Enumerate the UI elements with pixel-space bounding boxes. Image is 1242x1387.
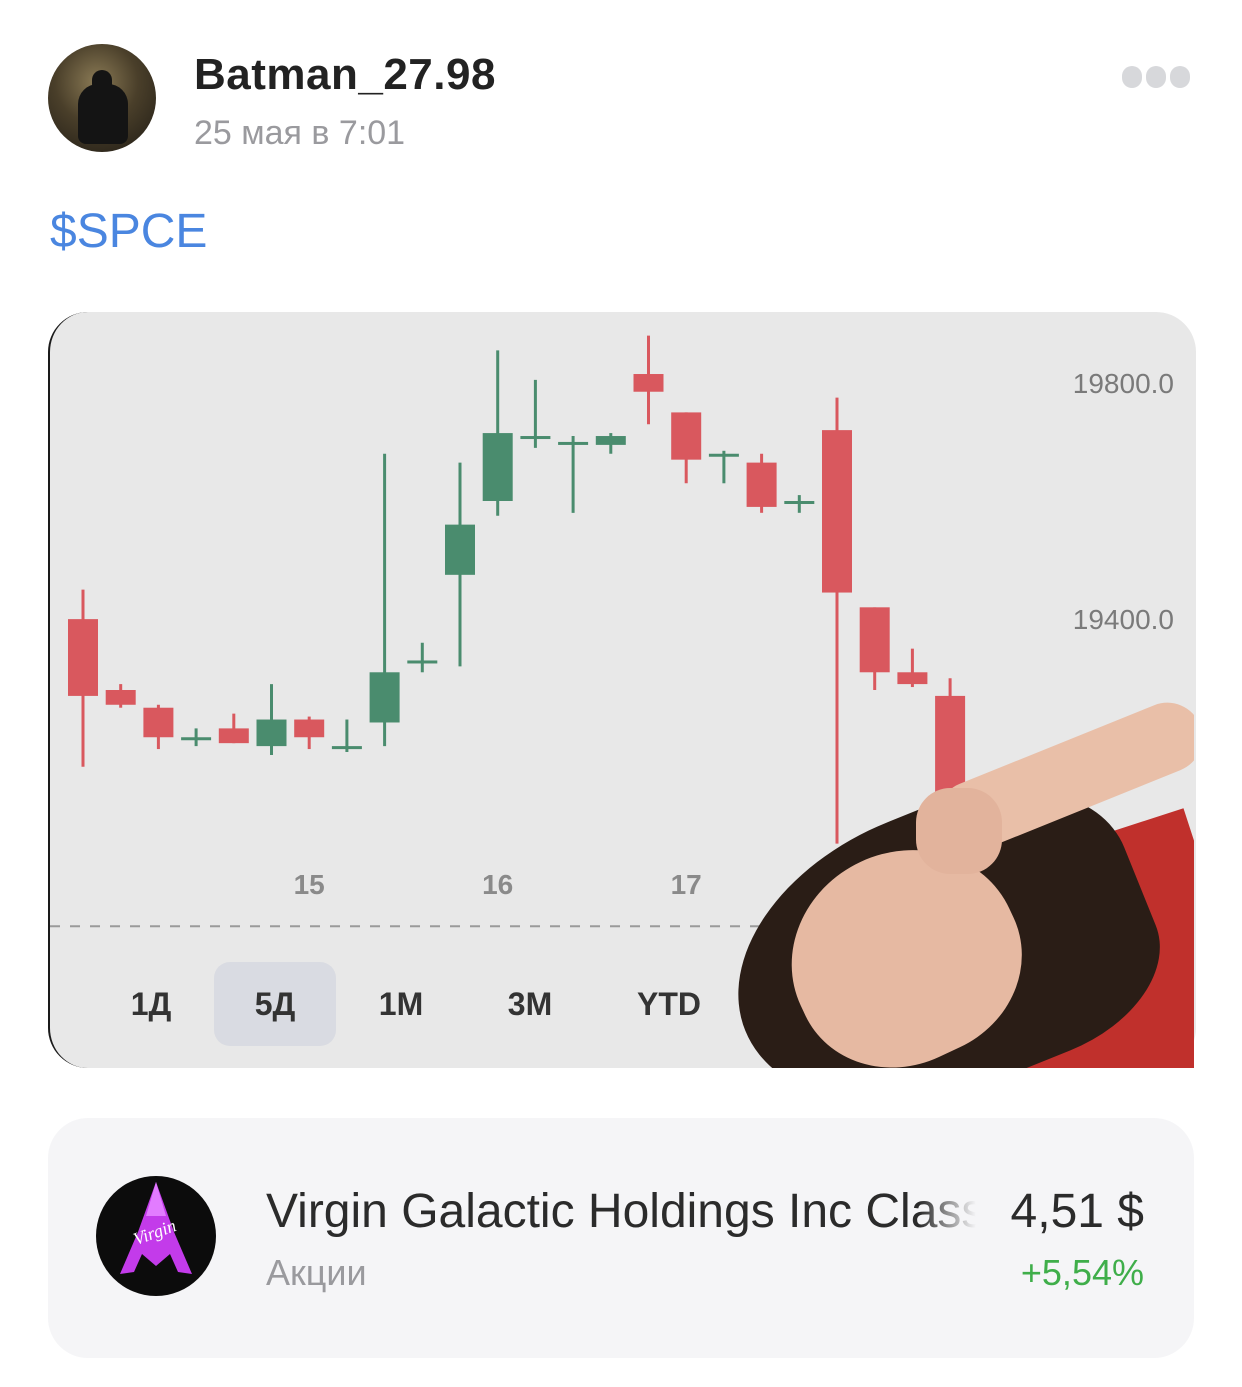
author-avatar[interactable] xyxy=(48,44,156,152)
x-tick-label: 17 xyxy=(671,869,702,900)
candle xyxy=(294,716,325,750)
period-button-1[interactable]: 5Д xyxy=(214,962,336,1046)
ticker-link[interactable]: $SPCE xyxy=(50,204,207,259)
candle xyxy=(859,607,890,690)
candle xyxy=(784,495,815,513)
period-button-4[interactable]: YTD xyxy=(608,962,730,1046)
candle xyxy=(520,379,551,448)
candle-body xyxy=(897,672,928,685)
candle-body xyxy=(520,436,551,440)
candle xyxy=(407,642,438,673)
candle xyxy=(445,462,475,667)
period-button-3[interactable]: 3М xyxy=(466,962,594,1046)
more-dots-icon[interactable] xyxy=(1122,66,1190,88)
candle-body xyxy=(407,660,438,664)
period-button-2[interactable]: 1М xyxy=(340,962,462,1046)
candle-body xyxy=(331,746,362,750)
stock-name: Virgin Galactic Holdings Inc Class A xyxy=(266,1185,976,1238)
x-tick-label: 15 xyxy=(294,869,325,900)
stock-change: +5,54% xyxy=(1020,1252,1144,1293)
y-tick-label: 19400.0 xyxy=(1073,604,1174,635)
candle-body xyxy=(708,453,739,457)
batman-avatar-icon xyxy=(78,70,128,144)
candle-body xyxy=(218,728,249,744)
candle-body xyxy=(68,619,98,696)
candle xyxy=(105,684,136,708)
woman-photo-sticker xyxy=(720,702,1194,1068)
fist-shape xyxy=(916,788,1002,874)
candle xyxy=(181,728,212,747)
stock-card[interactable]: Virgin Virgin Galactic Holdings Inc Clas… xyxy=(48,1118,1194,1358)
candle xyxy=(68,589,98,767)
x-tick-label: 16 xyxy=(482,869,513,900)
candle-body xyxy=(558,441,589,445)
candle-body xyxy=(822,430,852,593)
author-name[interactable]: Batman_27.98 xyxy=(194,50,496,100)
candle xyxy=(558,436,589,513)
candle-body xyxy=(746,462,777,507)
candle xyxy=(218,713,249,744)
candle xyxy=(256,684,287,755)
candle xyxy=(369,453,400,747)
candle-body xyxy=(595,436,626,445)
candle xyxy=(897,648,928,688)
candle-body xyxy=(859,607,890,673)
candle-body xyxy=(633,374,664,392)
candle-body xyxy=(143,707,174,738)
candle-body xyxy=(294,719,325,738)
candle-body xyxy=(105,690,136,705)
candle xyxy=(708,450,739,484)
candle xyxy=(671,412,702,484)
candle-body xyxy=(482,433,513,501)
candle-body xyxy=(181,737,212,741)
candle-body xyxy=(671,412,702,460)
candle xyxy=(633,335,664,425)
stock-type: Акции xyxy=(266,1252,367,1293)
candle xyxy=(482,350,513,516)
post-timestamp: 25 мая в 7:01 xyxy=(194,114,406,152)
candle-body xyxy=(784,501,815,504)
candle-body xyxy=(369,672,400,723)
virgin-galactic-logo-icon: Virgin xyxy=(96,1176,216,1296)
y-tick-label: 19800.0 xyxy=(1073,368,1174,399)
period-button-0[interactable]: 1Д xyxy=(94,962,208,1046)
candle-body xyxy=(256,719,287,747)
candle xyxy=(746,453,777,513)
candle-body xyxy=(445,524,475,575)
candle xyxy=(143,704,174,750)
stock-price: 4,51 $ xyxy=(1010,1185,1144,1238)
candle xyxy=(331,719,362,753)
candle xyxy=(595,433,626,454)
